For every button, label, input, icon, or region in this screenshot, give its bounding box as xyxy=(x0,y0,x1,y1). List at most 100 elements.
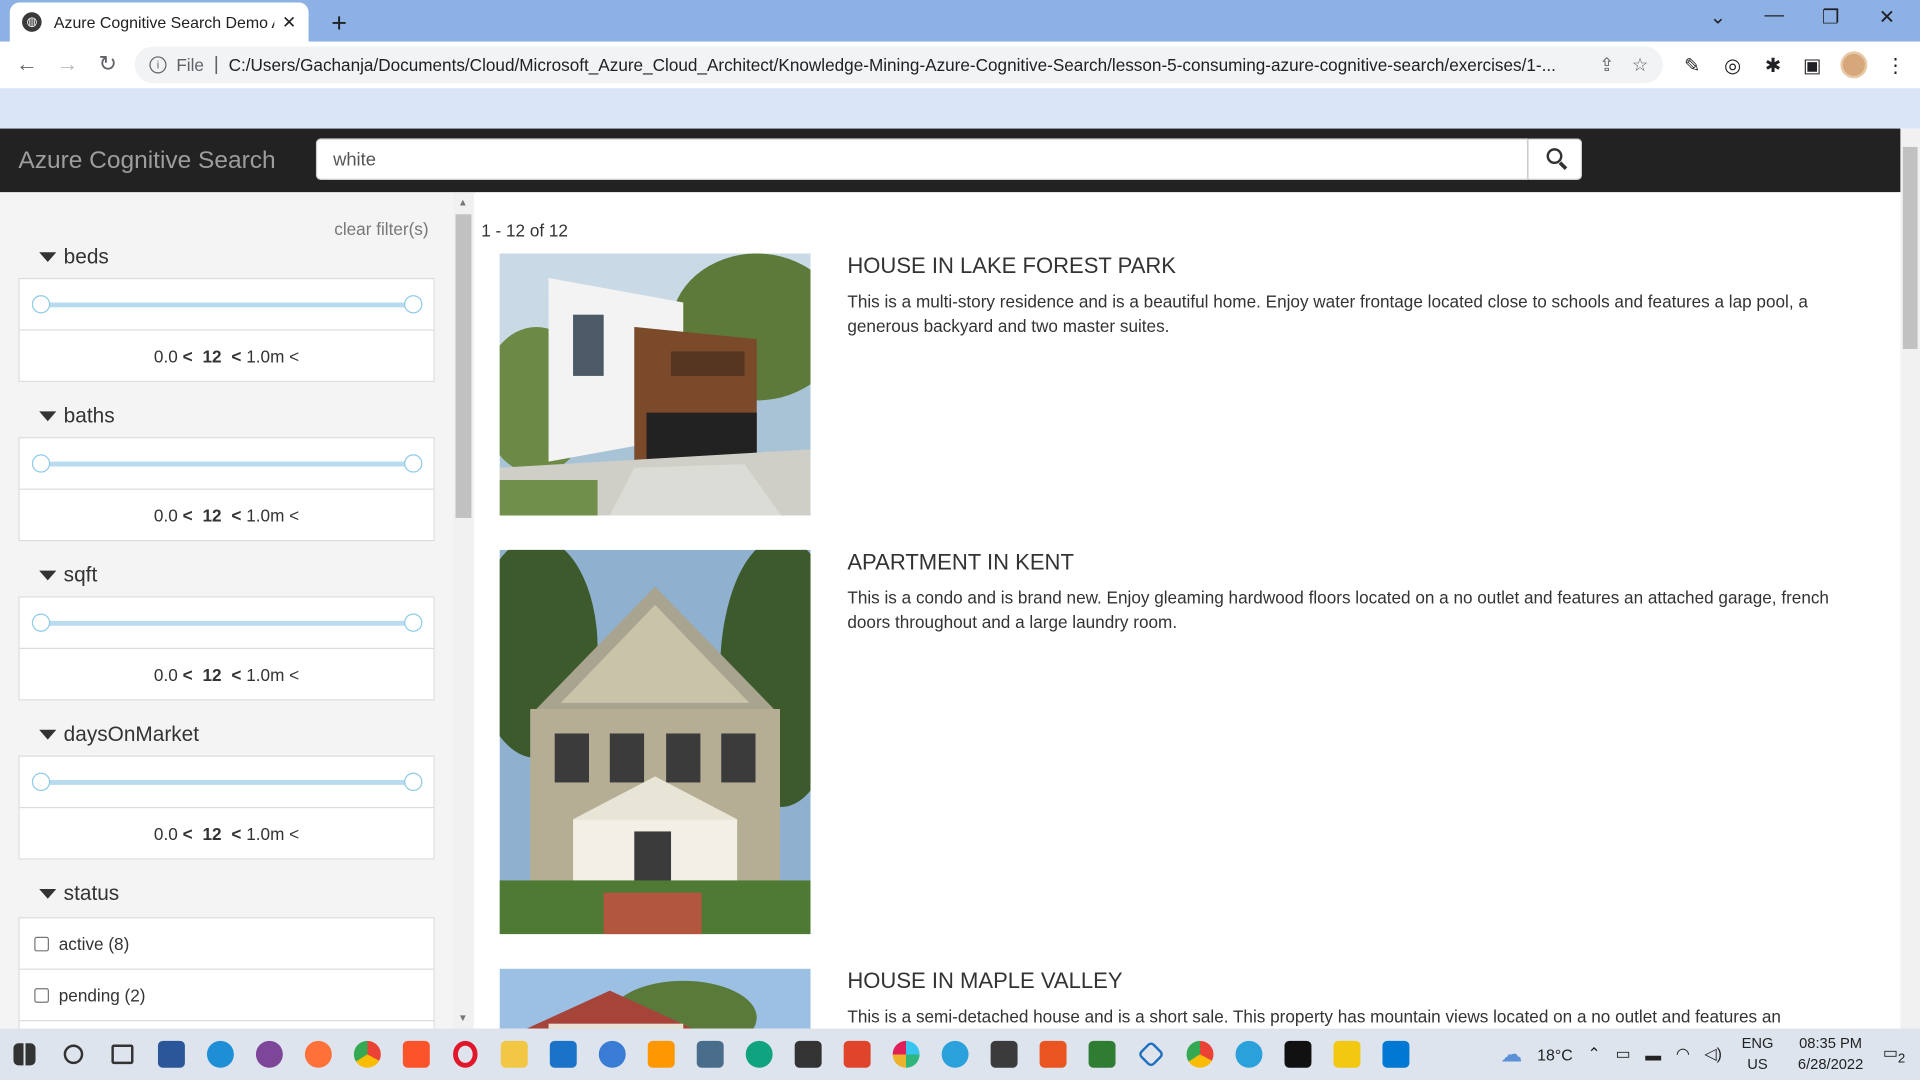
app-icon[interactable] xyxy=(588,1029,637,1080)
range-slider[interactable] xyxy=(19,279,434,331)
slider-max-handle[interactable] xyxy=(404,454,423,473)
result-item[interactable]: APARTMENT IN KENT This is a condo and is… xyxy=(499,549,1884,936)
remote-desktop-icon[interactable] xyxy=(1127,1029,1176,1080)
language-indicator[interactable]: ENG US xyxy=(1742,1033,1774,1075)
address-bar[interactable]: i File | C:/Users/Gachanja/Documents/Clo… xyxy=(134,46,1663,84)
slider-min-handle[interactable] xyxy=(31,454,51,473)
slider-min-handle[interactable] xyxy=(31,295,51,314)
slider-min-handle[interactable] xyxy=(31,772,51,792)
vscode-icon[interactable] xyxy=(1371,1029,1420,1080)
close-tab-icon[interactable]: ✕ xyxy=(282,12,296,33)
tor-browser-icon[interactable] xyxy=(245,1029,294,1080)
firefox-icon[interactable] xyxy=(294,1029,343,1080)
page-scroll-thumb[interactable] xyxy=(1902,146,1918,349)
facet-title-sqft[interactable]: sqft xyxy=(39,563,97,587)
house-photo[interactable] xyxy=(499,968,811,1029)
scroll-down-arrow-icon[interactable]: ▼ xyxy=(458,1013,468,1024)
extensions-puzzle-icon[interactable]: ✱ xyxy=(1761,54,1785,78)
profile-avatar[interactable] xyxy=(1840,51,1868,79)
cloud-weather-icon[interactable]: ☁ xyxy=(1500,1041,1522,1067)
result-item[interactable]: HOUSE IN MAPLE VALLEY This is a semi-det… xyxy=(499,968,1884,1029)
task-view-icon[interactable] xyxy=(98,1029,147,1080)
search-icon[interactable] xyxy=(49,1029,98,1080)
sidebar-scrollbar[interactable]: ▲ ▼ xyxy=(453,192,474,1029)
reader-icon[interactable] xyxy=(784,1029,833,1080)
word-icon[interactable] xyxy=(147,1029,196,1080)
checkbox[interactable] xyxy=(34,987,49,1003)
range-slider[interactable] xyxy=(19,598,434,649)
result-title[interactable]: HOUSE IN LAKE FOREST PARK xyxy=(847,253,1176,279)
wifi-icon[interactable]: ◠ xyxy=(1676,1044,1690,1064)
slider-max-handle[interactable] xyxy=(404,772,423,792)
back-icon[interactable]: ← xyxy=(12,51,41,77)
clock[interactable]: 08:35 PM 6/28/2022 xyxy=(1798,1033,1863,1075)
facet-title-beds[interactable]: beds xyxy=(39,245,109,269)
calculator-icon[interactable] xyxy=(686,1029,735,1080)
notifications-icon[interactable]: ▭2 xyxy=(1883,1043,1905,1066)
command-prompt-icon[interactable] xyxy=(1273,1029,1322,1080)
bookmark-star-icon[interactable]: ☆ xyxy=(1619,54,1648,76)
chatgpt-icon[interactable] xyxy=(735,1029,784,1080)
telegram-icon[interactable] xyxy=(931,1029,980,1080)
meet-now-icon[interactable]: ▭ xyxy=(1615,1044,1630,1064)
url-text[interactable]: C:/Users/Gachanja/Documents/Cloud/Micros… xyxy=(229,55,1582,75)
excel-icon[interactable] xyxy=(1078,1029,1127,1080)
tab-search-icon[interactable]: ⌄ xyxy=(1690,5,1746,29)
scroll-up-arrow-icon[interactable]: ▲ xyxy=(458,197,468,208)
status-option-pending[interactable]: pending (2) xyxy=(19,970,434,1022)
file-explorer-icon[interactable] xyxy=(490,1029,539,1080)
restore-icon[interactable]: ❐ xyxy=(1802,5,1858,29)
chevron-up-icon[interactable]: ⌃ xyxy=(1587,1044,1600,1064)
clear-filters-link[interactable]: clear filter(s) xyxy=(334,219,428,239)
chrome-icon[interactable] xyxy=(343,1029,392,1080)
share-icon[interactable]: ⇪ xyxy=(1587,54,1614,76)
menu-kebab-icon[interactable]: ⋮ xyxy=(1883,54,1907,78)
result-title[interactable]: HOUSE IN MAPLE VALLEY xyxy=(847,969,1122,995)
sidebar-scroll-thumb[interactable] xyxy=(455,214,472,518)
slider-max-handle[interactable] xyxy=(404,295,423,314)
telegram-desktop-icon[interactable] xyxy=(1225,1029,1274,1080)
mail-icon[interactable] xyxy=(539,1029,588,1080)
terminal-icon[interactable] xyxy=(980,1029,1029,1080)
opera-icon[interactable] xyxy=(441,1029,490,1080)
facet-title-daysonmarket[interactable]: daysOnMarket xyxy=(39,722,199,746)
range-slider[interactable] xyxy=(19,438,434,490)
house-photo[interactable] xyxy=(499,253,811,516)
slack-icon[interactable] xyxy=(882,1029,931,1080)
weather-temp[interactable]: 18°C xyxy=(1537,1045,1573,1063)
app-brand[interactable]: Azure Cognitive Search xyxy=(18,147,275,175)
browser-tab[interactable]: ◍ Azure Cognitive Search Demo Ap ✕ xyxy=(9,2,309,42)
result-title[interactable]: APARTMENT IN KENT xyxy=(847,550,1074,576)
brave-icon[interactable] xyxy=(392,1029,441,1080)
range-slider[interactable] xyxy=(19,757,434,809)
reload-icon[interactable]: ↻ xyxy=(93,51,122,77)
side-panel-icon[interactable]: ▣ xyxy=(1800,54,1824,78)
info-icon[interactable]: i xyxy=(149,56,167,74)
forward-icon[interactable]: → xyxy=(53,51,82,77)
search-button[interactable] xyxy=(1528,138,1583,181)
page-scrollbar[interactable] xyxy=(1900,128,1920,1029)
checkbox[interactable] xyxy=(34,936,49,951)
eyedropper-icon[interactable]: ✎ xyxy=(1680,54,1704,78)
extension-circle-icon[interactable]: ◎ xyxy=(1720,54,1744,78)
house-photo[interactable] xyxy=(499,549,811,935)
ubuntu-icon[interactable] xyxy=(1029,1029,1078,1080)
sublime-text-icon[interactable] xyxy=(637,1029,686,1080)
result-item[interactable]: HOUSE IN LAKE FOREST PARK This is a mult… xyxy=(499,253,1884,516)
app-red-icon[interactable] xyxy=(833,1029,882,1080)
slider-min-handle[interactable] xyxy=(31,613,51,632)
facet-title-baths[interactable]: baths xyxy=(39,404,115,428)
chrome-active-icon[interactable] xyxy=(1176,1029,1225,1080)
status-option-active[interactable]: active (8) xyxy=(19,918,434,970)
new-tab-button[interactable]: + xyxy=(326,7,353,39)
minimize-icon[interactable]: — xyxy=(1746,5,1802,27)
power-bi-icon[interactable] xyxy=(1322,1029,1371,1080)
close-window-icon[interactable]: ✕ xyxy=(1859,5,1915,29)
edge-icon[interactable] xyxy=(196,1029,245,1080)
battery-icon[interactable]: ▬ xyxy=(1645,1045,1661,1063)
facet-title-status[interactable]: status xyxy=(39,882,119,906)
slider-max-handle[interactable] xyxy=(404,613,423,632)
speaker-icon[interactable]: ◁) xyxy=(1704,1044,1722,1064)
windows-start-icon[interactable] xyxy=(0,1029,49,1080)
search-input[interactable] xyxy=(315,138,1529,181)
